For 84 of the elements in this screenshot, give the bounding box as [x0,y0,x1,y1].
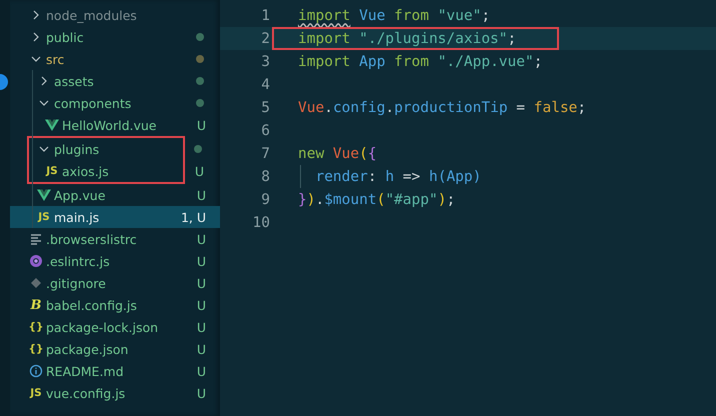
file-item[interactable]: JS main.js 1, U [10,206,220,228]
line-number: 9 [260,192,270,208]
lines-icon [29,232,43,246]
file-name: axios.js [62,164,110,178]
js-icon: JS [30,387,42,399]
file-name: HelloWorld.vue [62,118,158,132]
js-icon: JS [38,211,50,223]
chevron-down-icon[interactable] [39,144,49,154]
info-icon [29,364,43,378]
file-name: package.json [46,342,130,356]
line-number: 1 [260,8,270,24]
git-status-label: U [196,232,206,246]
file-name: main.js [54,210,100,224]
code-line: Vue.config.productionTip = false; [298,100,586,116]
vue-logo-icon [45,118,59,132]
folder-item[interactable]: src [10,48,220,70]
file-name: babel.config.js [46,298,138,312]
file-item[interactable]: {} package-lock.json U [10,316,220,338]
folder-item[interactable]: components [10,92,220,114]
braces-icon: {} [28,321,44,333]
line-number: 5 [260,100,270,116]
braces-icon: {} [28,343,44,355]
folder-name: src [46,52,66,66]
line-number: 10 [252,214,270,230]
git-status-label: U [196,342,206,356]
file-item[interactable]: App.vue U [10,184,220,206]
line-number: 3 [260,54,270,70]
git-status-label: U [196,188,206,202]
folder-name: plugins [54,142,100,156]
line-number: 6 [260,122,270,138]
folder-name: assets [54,74,95,88]
line-number: 8 [260,168,270,184]
git-status-label: U [196,364,206,378]
chevron-right-icon[interactable] [31,32,41,42]
chevron-right-icon[interactable] [31,10,41,20]
chevron-down-icon[interactable] [39,98,49,108]
file-item[interactable]: .gitignore U [10,272,220,294]
file-item[interactable]: .browserslistrc U [10,228,220,250]
file-name: README.md [46,364,125,378]
file-name: .gitignore [46,276,107,290]
folder-name: node_modules [46,8,138,22]
git-status-label: U [194,164,204,178]
git-status-label: U [196,386,206,400]
line-number: 4 [260,76,270,92]
file-name: App.vue [54,188,106,202]
file-name: .eslintrc.js [46,254,111,268]
chevron-right-icon[interactable] [39,76,49,86]
code-line: }).$mount("#app"); [298,192,456,208]
file-item[interactable]: B babel.config.js U [10,294,220,316]
chevron-down-icon[interactable] [31,54,41,64]
code-line: import "./plugins/axios"; [298,30,516,46]
git-status-label: U [196,298,206,312]
git-status-label: U [196,254,206,268]
folder-name: public [46,30,85,44]
line-number: 7 [260,146,270,162]
git-status-label: U [196,320,206,334]
line-number: 2 [260,30,270,46]
vue-logo-icon [37,188,51,202]
circle-icon [29,254,43,268]
folder-item[interactable]: assets [10,70,220,92]
diamond-icon [29,276,43,290]
folder-item[interactable]: plugins [10,138,218,160]
file-item[interactable]: JS axios.js U [10,160,218,182]
code-line: render: h => h(App) [314,168,482,184]
babel-icon: B [30,298,42,312]
folder-name: components [54,96,132,110]
file-item[interactable]: README.md U [10,360,220,382]
code-line: import App from "./App.vue"; [298,54,542,70]
folder-item[interactable]: node_modules [10,4,220,26]
git-status-label: U [196,276,206,290]
file-item[interactable]: .eslintrc.js U [10,250,220,272]
file-name: .browserslistrc [46,232,138,246]
file-item[interactable]: JS vue.config.js U [10,382,220,404]
file-name: package-lock.json [46,320,160,334]
git-status-label: 1, U [180,210,206,224]
code-line: import Vue from "vue"; [298,8,490,24]
git-status-label: U [196,118,206,132]
js-icon: JS [46,165,58,177]
folder-item[interactable]: public [10,26,220,48]
activity-badge-icon [0,73,8,91]
file-item[interactable]: {} package.json U [10,338,220,360]
code-line: new Vue({ [298,146,377,162]
file-name: vue.config.js [46,386,126,400]
file-item[interactable]: HelloWorld.vue U [10,114,220,136]
